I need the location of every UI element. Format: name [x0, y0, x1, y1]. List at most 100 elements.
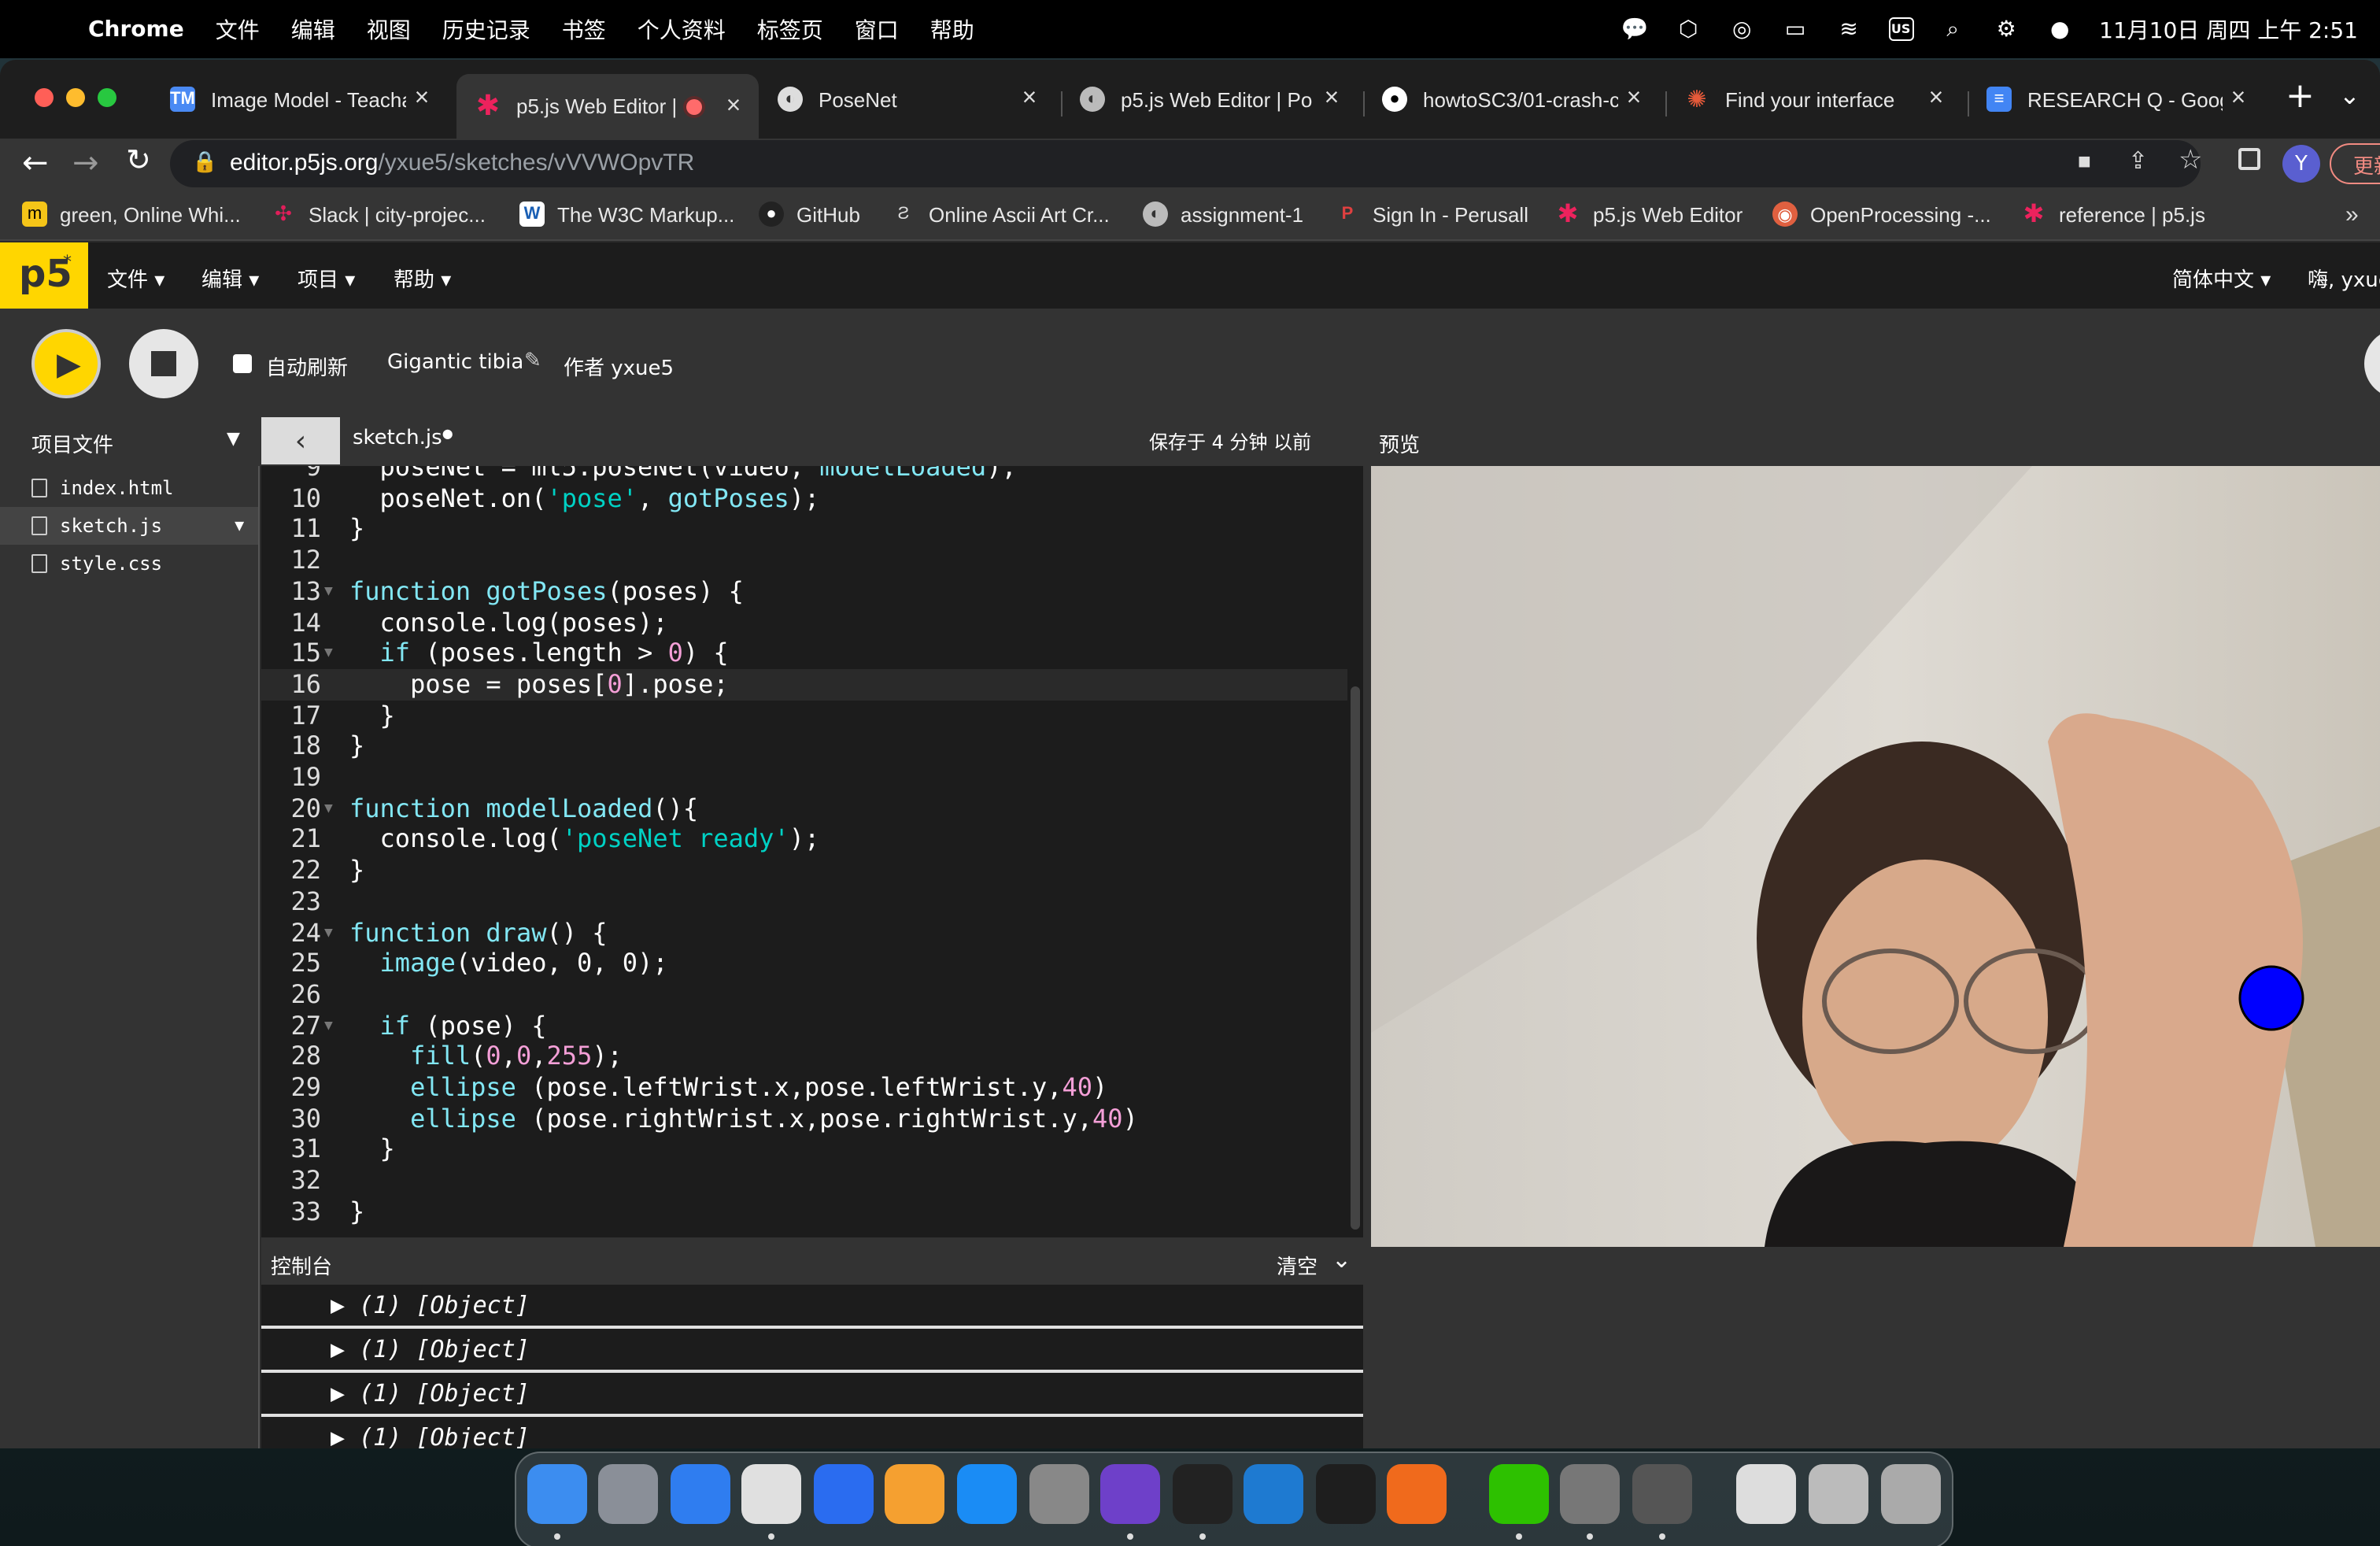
code-line[interactable]: 16 pose = poses[0].pose; — [261, 668, 1347, 701]
sketch-preview-canvas[interactable] — [1371, 466, 2380, 1247]
fold-arrow-icon[interactable]: ▼ — [324, 576, 333, 608]
p5-logo[interactable]: p5 * — [0, 242, 88, 309]
stop-button[interactable] — [129, 329, 198, 398]
edit-pencil-icon[interactable]: ✎ — [524, 350, 541, 373]
code-line[interactable]: 23 — [261, 886, 1347, 918]
code-line[interactable]: 18} — [261, 731, 1347, 763]
disk-utility-icon[interactable] — [1560, 1464, 1620, 1524]
safari-icon[interactable] — [671, 1464, 730, 1524]
console-entry[interactable]: ▶ (1) [Object] — [261, 1373, 1363, 1417]
cloud-status-icon[interactable]: ◎ — [1728, 17, 1756, 42]
close-window-button[interactable] — [35, 88, 54, 107]
code-line[interactable]: 9 poseNet = ml5.poseNet(video, modelLoad… — [261, 466, 1347, 483]
code-line[interactable]: 26 — [261, 979, 1347, 1011]
fold-arrow-icon[interactable]: ▼ — [324, 917, 333, 949]
file-sketch-js[interactable]: sketch.js ▼ — [0, 507, 258, 545]
user-menu[interactable]: 嗨, yxue5! ▾ — [2308, 263, 2380, 293]
profile-avatar[interactable]: Y — [2282, 145, 2320, 183]
wifi-icon[interactable]: ≋ — [1835, 17, 1863, 42]
input-source-icon[interactable]: US — [1888, 17, 1914, 41]
close-tab-icon[interactable]: × — [406, 85, 438, 113]
back-button[interactable]: ← — [22, 143, 49, 181]
menubar-clock[interactable]: 11月10日 周四 上午 2:51 — [2099, 13, 2358, 45]
code-line[interactable]: 13 ▼ function gotPoses(poses) { — [261, 576, 1347, 608]
wechat-status-icon[interactable]: 💬 — [1621, 17, 1649, 42]
bookmark-w3c-markup[interactable]: W The W3C Markup... — [519, 198, 734, 230]
address-bar[interactable]: 🔒 editor.p5js.org/yxue5/sketches/vVVWOpv… — [170, 140, 2203, 187]
zoom-window-button[interactable] — [98, 88, 116, 107]
code-line[interactable]: 19 — [261, 762, 1347, 793]
finder-icon[interactable] — [527, 1464, 587, 1524]
sidebar-dropdown-icon[interactable]: ▼ — [227, 428, 240, 449]
console-entry[interactable]: ▶ (1) [Object] — [261, 1417, 1363, 1448]
chrome-icon[interactable] — [741, 1464, 801, 1524]
bookmark-perusall[interactable]: P Sign In - Perusall — [1335, 198, 1528, 230]
fusion-360-icon[interactable] — [1387, 1464, 1447, 1524]
language-dropdown[interactable]: 简体中文 ▾ — [2172, 263, 2271, 293]
bookmark-p5-reference[interactable]: ✱ reference | p5.js — [2021, 198, 2205, 230]
settings-button[interactable]: ⚙ — [2364, 329, 2380, 398]
menu-tab[interactable]: 标签页 — [757, 13, 823, 45]
activity-monitor-icon[interactable] — [1173, 1464, 1232, 1524]
close-tab-icon[interactable]: × — [1618, 85, 1650, 113]
collapse-sidebar-button[interactable]: ‹ — [261, 417, 340, 464]
pages-icon[interactable] — [885, 1464, 944, 1524]
bookmark-p5-editor[interactable]: ✱ p5.js Web Editor — [1555, 198, 1743, 230]
launchpad-icon[interactable] — [598, 1464, 658, 1524]
code-line[interactable]: 12 — [261, 545, 1347, 576]
code-line[interactable]: 21 console.log('poseNet ready'); — [261, 824, 1347, 856]
close-tab-icon[interactable]: × — [1014, 85, 1045, 113]
p5-menu-file[interactable]: 文件 ▾ — [107, 263, 164, 293]
menu-file[interactable]: 文件 — [216, 13, 260, 45]
file-style-css[interactable]: style.css — [0, 545, 258, 583]
forward-button[interactable]: → — [72, 143, 99, 181]
close-tab-icon[interactable]: × — [2223, 85, 2254, 113]
system-preferences-icon[interactable] — [1029, 1464, 1089, 1524]
code-line[interactable]: 24 ▼ function draw() { — [261, 917, 1347, 949]
bookmark-assignment-1[interactable]: ◐ assignment-1 — [1143, 198, 1303, 230]
editor-scrollbar[interactable] — [1351, 686, 1360, 1230]
minimize-window-button[interactable] — [66, 88, 85, 107]
code-line[interactable]: 11} — [261, 514, 1347, 546]
menu-view[interactable]: 视图 — [367, 13, 411, 45]
console-entry[interactable]: ▶ (1) [Object] — [261, 1329, 1363, 1373]
code-line[interactable]: 17 } — [261, 700, 1347, 731]
siri-icon[interactable]: ● — [2046, 17, 2074, 42]
menu-app-name[interactable]: Chrome — [88, 17, 184, 42]
p5-menu-help[interactable]: 帮助 ▾ — [394, 263, 451, 293]
side-panel-icon[interactable] — [2238, 148, 2260, 170]
code-line[interactable]: 22} — [261, 855, 1347, 886]
battery-icon[interactable]: ▭ — [1781, 17, 1809, 42]
file-index-html[interactable]: index.html — [0, 469, 258, 507]
tab-find-interface[interactable]: ✺ Find your interface × — [1665, 74, 1961, 124]
code-line[interactable]: 20 ▼ function modelLoaded(){ — [261, 793, 1347, 824]
editor-file-tab[interactable]: sketch.js● — [353, 427, 453, 450]
control-center-icon[interactable]: ⚙ — [1992, 17, 2020, 42]
menu-window[interactable]: 窗口 — [855, 13, 899, 45]
autorefresh-checkbox[interactable] — [233, 354, 252, 373]
bookmark-slack[interactable]: ✣ Slack | city-projec... — [271, 198, 486, 230]
console-entry[interactable]: ▶ (1) [Object] — [261, 1285, 1363, 1329]
sketch-name[interactable]: Gigantic tibia — [387, 351, 523, 375]
app-store-icon[interactable] — [957, 1464, 1017, 1524]
fold-arrow-icon[interactable]: ▼ — [324, 793, 333, 824]
tab-p5-editor-posenet[interactable]: ◐ p5.js Web Editor | Po × — [1061, 74, 1357, 124]
wechat-icon[interactable] — [1489, 1464, 1549, 1524]
fold-arrow-icon[interactable]: ▼ — [324, 1010, 333, 1041]
update-button[interactable]: 更新⋮ — [2330, 143, 2380, 184]
tab-search-chevron-icon[interactable]: ⌄ — [2339, 80, 2360, 110]
code-line[interactable]: 28 fill(0,0,255); — [261, 1041, 1347, 1073]
code-line[interactable]: 32 — [261, 1165, 1347, 1196]
code-line[interactable]: 27 ▼ if (pose) { — [261, 1010, 1347, 1041]
code-line[interactable]: 25 image(video, 0, 0); — [261, 948, 1347, 979]
preview-icon[interactable] — [1736, 1464, 1796, 1524]
code-line[interactable]: 29 ellipse (pose.leftWrist.x,pose.leftWr… — [261, 1072, 1347, 1104]
menu-edit[interactable]: 编辑 — [291, 13, 335, 45]
code-line[interactable]: 10 poseNet.on('pose', gotPoses); — [261, 483, 1347, 514]
menu-history[interactable]: 历史记录 — [442, 13, 530, 45]
menu-help[interactable]: 帮助 — [930, 13, 974, 45]
figma-icon[interactable] — [1316, 1464, 1376, 1524]
close-tab-icon[interactable]: × — [718, 92, 749, 120]
p5-menu-edit[interactable]: 编辑 ▾ — [201, 263, 259, 293]
documents-icon[interactable] — [1809, 1464, 1868, 1524]
